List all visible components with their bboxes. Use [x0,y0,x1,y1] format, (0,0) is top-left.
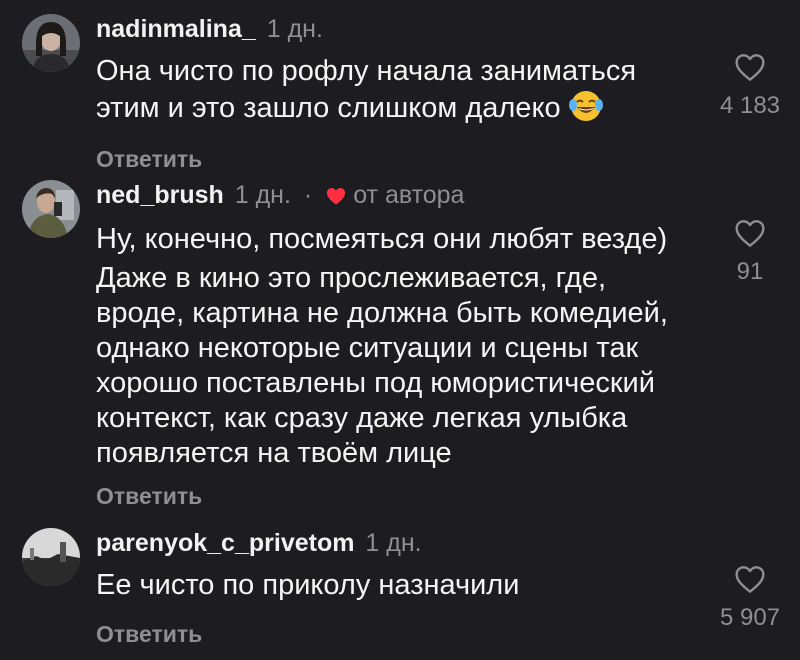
comment-text: Она чисто по рофлу начала заниматься эти… [96,54,716,132]
username[interactable]: parenyok_c_privetom [96,529,354,557]
comment-paragraph: Даже в кино это прослеживается, где, вро… [96,262,668,469]
like-count: 91 [736,258,764,285]
heart-outline-icon[interactable] [734,52,766,82]
timestamp: 1 дн. [234,181,291,209]
comment-line: этим и это зашло слишком далеко [96,89,716,132]
avatar[interactable] [22,14,80,72]
timestamp: 1 дн. [365,529,422,557]
comment-meta: parenyok_c_privetom 1 дн. [96,528,716,558]
username[interactable]: ned_brush [96,181,224,209]
comment-meta: nadinmalina_ 1 дн. [96,14,716,44]
comment-meta: ned_brush 1 дн. · от автора [96,180,716,210]
username[interactable]: nadinmalina_ [96,15,256,43]
face-with-tears-of-joy-icon [568,89,603,132]
comment-line: Она чисто по рофлу начала заниматься [96,55,637,87]
avatar[interactable] [22,528,80,586]
reply-button[interactable]: Ответить [96,146,716,173]
avatar[interactable] [22,180,80,238]
author-badge: от автора [353,181,465,209]
heart-filled-icon [325,183,347,213]
heart-outline-icon[interactable] [734,564,766,594]
comment-text: Ну, конечно, посмеяться они любят везде)… [96,222,716,471]
like-count: 5 907 [719,604,781,631]
comment-paragraph: Ну, конечно, посмеяться они любят везде) [96,223,668,255]
reply-button[interactable]: Ответить [96,621,716,648]
comment-text: Ее чисто по приколу назначили [96,568,716,603]
like-count: 4 183 [719,92,781,119]
timestamp: 1 дн. [266,15,323,43]
separator: · [303,181,313,209]
heart-outline-icon[interactable] [734,218,766,248]
reply-button[interactable]: Ответить [96,483,716,510]
comment-line: Ее чисто по приколу назначили [96,569,520,601]
